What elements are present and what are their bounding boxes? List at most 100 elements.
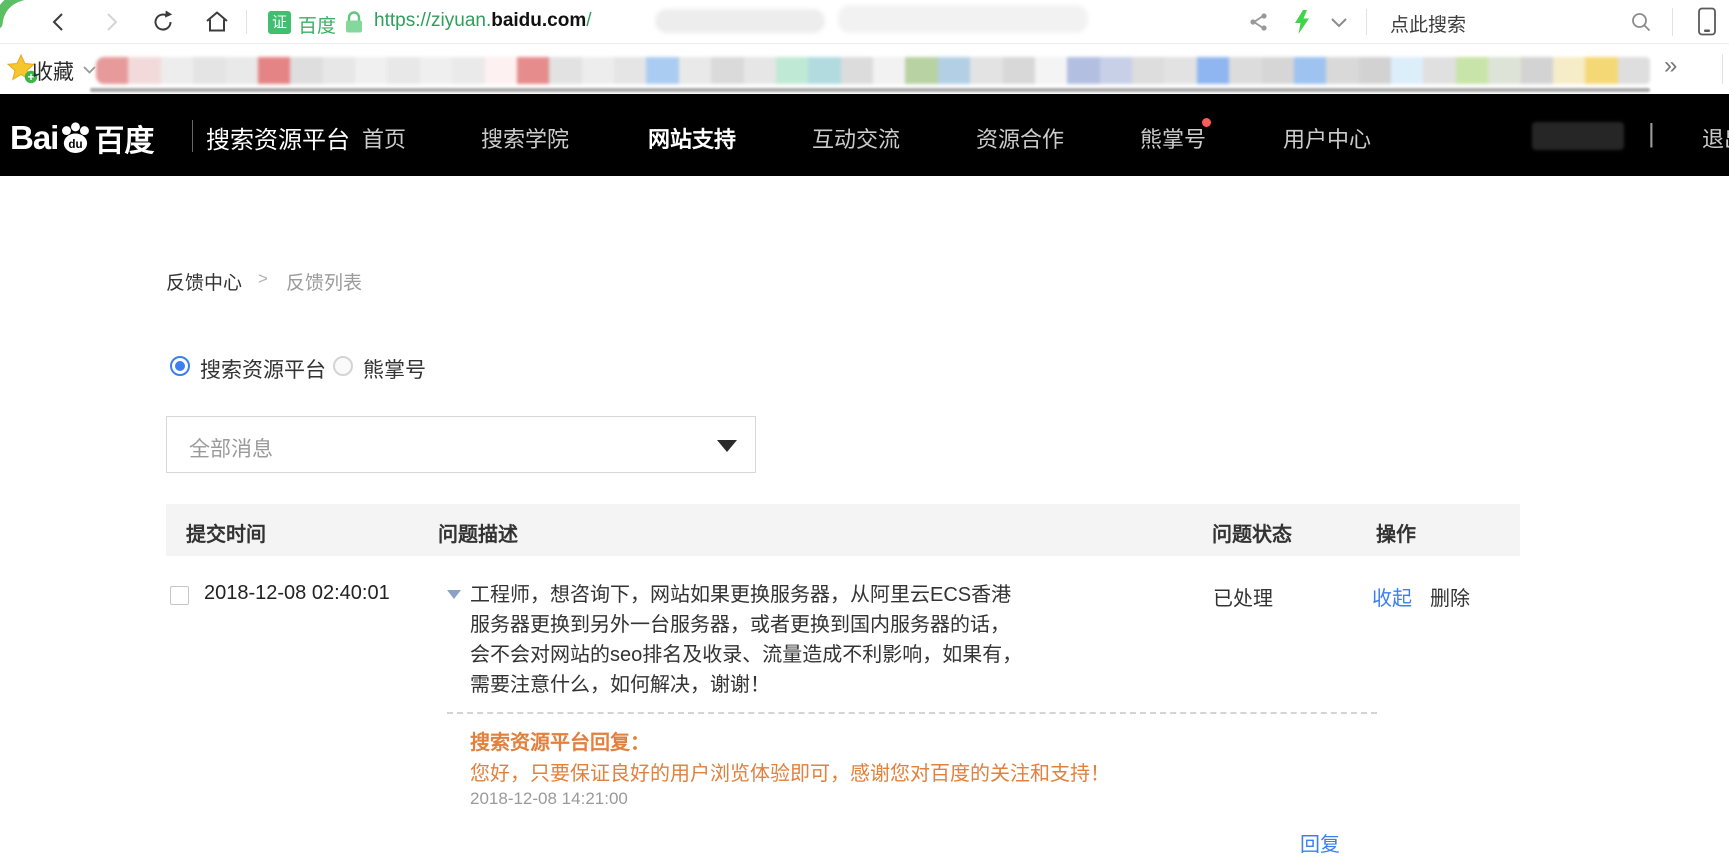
- username-redacted[interactable]: [1532, 122, 1624, 150]
- bookmark-item[interactable]: [1197, 57, 1229, 84]
- bookmark-item[interactable]: [646, 57, 678, 84]
- nav-item-site-support[interactable]: 网站支持: [648, 122, 736, 154]
- bookmark-item[interactable]: [96, 57, 128, 84]
- radio-xiongzhanghao-label[interactable]: 熊掌号: [363, 354, 426, 384]
- bookmark-item[interactable]: [161, 57, 193, 84]
- bookmark-item[interactable]: [938, 57, 970, 84]
- bookmarks-overflow-icon[interactable]: »: [1664, 52, 1677, 80]
- bookmark-item[interactable]: [841, 57, 873, 84]
- search-input[interactable]: 点此搜索: [1390, 10, 1466, 37]
- favorites-button[interactable]: 收藏: [32, 56, 74, 86]
- bookmark-item[interactable]: [582, 57, 614, 84]
- cert-badge-icon[interactable]: 证: [268, 11, 291, 34]
- bookmark-item[interactable]: [1294, 57, 1326, 84]
- bookmark-item[interactable]: [1035, 57, 1067, 84]
- bookmark-item[interactable]: [1100, 57, 1132, 84]
- bookmark-item[interactable]: [1423, 57, 1455, 84]
- reply-time: 2018-12-08 14:21:00: [470, 789, 628, 809]
- bookmark-item[interactable]: [485, 57, 517, 84]
- bookmark-item[interactable]: [1067, 57, 1099, 84]
- browser-toolbar: 证 百度 https://ziyuan.baidu.com/ 点此搜索: [0, 0, 1729, 44]
- nav-item-xiongzhanghao[interactable]: 熊掌号: [1140, 122, 1206, 154]
- url-scheme: https://ziyuan.: [374, 10, 491, 31]
- message-filter-dropdown[interactable]: 全部消息: [166, 416, 756, 473]
- nav-item-academy[interactable]: 搜索学院: [481, 122, 569, 154]
- bookmark-item[interactable]: [614, 57, 646, 84]
- cert-site-name[interactable]: 百度: [298, 11, 336, 38]
- bookmark-item[interactable]: [517, 57, 549, 84]
- bookmark-item[interactable]: [970, 57, 1002, 84]
- row-checkbox[interactable]: [170, 586, 189, 605]
- bookmark-item[interactable]: [1585, 57, 1617, 84]
- url-path: /: [586, 10, 591, 31]
- bookmark-item[interactable]: [905, 57, 937, 84]
- bookmark-item[interactable]: [323, 57, 355, 84]
- mobile-icon[interactable]: [1696, 7, 1718, 37]
- bookmark-item[interactable]: [1326, 57, 1358, 84]
- radio-search-platform[interactable]: [170, 356, 190, 376]
- bookmark-item[interactable]: [1003, 57, 1035, 84]
- bookmark-item[interactable]: [387, 57, 419, 84]
- address-bar-url[interactable]: https://ziyuan.baidu.com/: [374, 10, 592, 32]
- bookmark-item[interactable]: [420, 57, 452, 84]
- bookmark-item[interactable]: [1164, 57, 1196, 84]
- favorites-chevron-icon[interactable]: [82, 65, 97, 75]
- bookmark-item[interactable]: [226, 57, 258, 84]
- bookmark-item[interactable]: [744, 57, 776, 84]
- nav-item-home[interactable]: 首页: [362, 122, 406, 154]
- logout-link[interactable]: 退出: [1702, 122, 1729, 154]
- table-header: 提交时间 问题描述 问题状态 操作: [166, 504, 1520, 556]
- toolbar-divider: [246, 10, 247, 34]
- reply-button[interactable]: 回复: [1300, 828, 1340, 857]
- forward-icon[interactable]: [100, 11, 122, 33]
- bookmark-item[interactable]: [1229, 57, 1261, 84]
- bookmark-item[interactable]: [452, 57, 484, 84]
- bookmark-item[interactable]: [1132, 57, 1164, 84]
- delete-button[interactable]: 删除: [1430, 582, 1470, 611]
- breadcrumb-feedback-center[interactable]: 反馈中心: [166, 268, 242, 295]
- bookmark-item[interactable]: [549, 57, 581, 84]
- bookmark-item[interactable]: [1391, 57, 1423, 84]
- bookmark-item[interactable]: [1618, 57, 1650, 84]
- bookmark-item[interactable]: [355, 57, 387, 84]
- bookmark-item[interactable]: [1553, 57, 1585, 84]
- bookmark-item[interactable]: [290, 57, 322, 84]
- bookmark-item[interactable]: [1262, 57, 1294, 84]
- back-icon[interactable]: [48, 11, 70, 33]
- bookmarks-divider: [1722, 54, 1723, 84]
- question-line: 会不会对网站的seo排名及收录、流量造成不利影响，如果有，: [470, 640, 1022, 670]
- share-icon[interactable]: [1248, 11, 1270, 33]
- chevron-down-icon[interactable]: [1330, 17, 1348, 29]
- collapse-button[interactable]: 收起: [1372, 582, 1412, 611]
- nav-item-interaction[interactable]: 互动交流: [812, 122, 900, 154]
- bookmark-item[interactable]: [679, 57, 711, 84]
- collapse-triangle-icon[interactable]: [447, 590, 461, 599]
- radio-xiongzhanghao[interactable]: [333, 356, 353, 376]
- refresh-icon[interactable]: [150, 9, 176, 35]
- nav-divider: |: [1648, 118, 1655, 149]
- baidu-paw-icon: du: [58, 119, 94, 157]
- column-header-status: 问题状态: [1212, 518, 1292, 547]
- column-header-time: 提交时间: [186, 518, 266, 547]
- bookmark-item[interactable]: [1456, 57, 1488, 84]
- bookmark-item[interactable]: [808, 57, 840, 84]
- bookmark-item[interactable]: [711, 57, 743, 84]
- bookmark-item[interactable]: [776, 57, 808, 84]
- column-header-actions: 操作: [1376, 518, 1416, 547]
- bookmarks-underline: [90, 88, 1650, 92]
- nav-item-user-center[interactable]: 用户中心: [1283, 122, 1371, 154]
- search-icon[interactable]: [1630, 11, 1652, 33]
- question-line: 需要注意什么，如何解决，谢谢！: [470, 670, 1022, 700]
- bookmark-item[interactable]: [1521, 57, 1553, 84]
- lightning-icon[interactable]: [1292, 9, 1312, 35]
- bookmark-item[interactable]: [1359, 57, 1391, 84]
- bookmark-item[interactable]: [193, 57, 225, 84]
- home-icon[interactable]: [204, 9, 230, 35]
- baidu-logo[interactable]: Bai du 百度: [10, 116, 154, 160]
- radio-search-platform-label[interactable]: 搜索资源平台: [200, 354, 326, 384]
- nav-item-resource-coop[interactable]: 资源合作: [976, 122, 1064, 154]
- bookmark-item[interactable]: [258, 57, 290, 84]
- bookmark-item[interactable]: [128, 57, 160, 84]
- bookmark-item[interactable]: [873, 57, 905, 84]
- bookmark-item[interactable]: [1488, 57, 1520, 84]
